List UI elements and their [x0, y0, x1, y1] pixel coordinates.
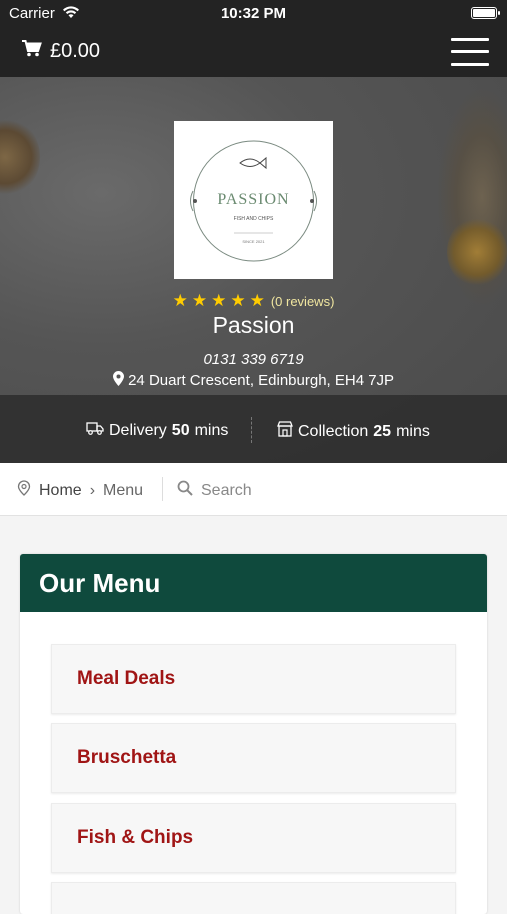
logo-since: SINCE 2021 — [242, 239, 265, 244]
menu-category-bruschetta[interactable]: Bruschetta — [51, 723, 456, 793]
breadcrumb-home[interactable]: Home — [39, 482, 82, 500]
location-icon — [17, 480, 31, 501]
restaurant-hero: PASSION FISH AND CHIPS SINCE 2021 ★★★★★(… — [0, 77, 507, 463]
delivery-minutes: 50 — [171, 421, 190, 439]
search-icon — [177, 480, 193, 501]
divider — [251, 417, 252, 443]
breadcrumb: Home › Menu — [17, 480, 143, 501]
star-icon: ★ — [249, 291, 269, 310]
order-times: Delivery 50 mins Collection 25 mins — [0, 395, 507, 463]
truck-icon — [86, 421, 104, 440]
delivery-unit: mins — [194, 421, 229, 439]
star-icon: ★ — [172, 291, 192, 310]
hamburger-menu-icon[interactable] — [451, 37, 489, 67]
delivery-label: Delivery — [109, 421, 167, 439]
reviews-link[interactable]: (0 reviews) — [271, 294, 335, 309]
divider — [162, 477, 163, 501]
status-bar: Carrier 10:32 PM — [0, 0, 507, 28]
menu-title: Our Menu — [20, 554, 487, 612]
breadcrumb-current: Menu — [103, 481, 144, 499]
menu-category-fish-and-chips[interactable]: Fish & Chips — [51, 803, 456, 873]
restaurant-name: Passion — [212, 312, 295, 338]
star-icon: ★ — [211, 291, 231, 310]
top-navigation-bar: £0.00 — [0, 28, 507, 77]
map-pin-icon — [112, 371, 128, 389]
restaurant-logo: PASSION FISH AND CHIPS SINCE 2021 — [174, 121, 333, 279]
collection-time: Collection 25 mins — [277, 421, 430, 442]
menu-card: Our Menu Meal Deals Bruschetta Fish & Ch… — [20, 554, 487, 914]
collection-minutes: 25 — [373, 422, 392, 440]
menu-category[interactable] — [51, 882, 456, 914]
cart-total: £0.00 — [50, 40, 101, 62]
logo-name: PASSION — [217, 191, 289, 208]
menu-category-label: Meal Deals — [77, 668, 176, 689]
menu-category-label: Fish & Chips — [77, 827, 194, 848]
logo-tagline: FISH AND CHIPS — [234, 216, 274, 222]
menu-category-label: Bruschetta — [77, 747, 177, 768]
background-decoration — [447, 217, 507, 287]
address-text: 24 Duart Crescent, Edinburgh, EH4 7JP — [128, 372, 395, 389]
star-icon: ★ — [230, 291, 250, 310]
menu-category-meal-deals[interactable]: Meal Deals — [51, 644, 456, 714]
rating: ★★★★★ (0 reviews) — [0, 291, 507, 311]
star-icon: ★ — [191, 291, 212, 310]
cart-button[interactable]: £0.00 — [22, 40, 100, 63]
store-icon — [277, 421, 293, 442]
search-field[interactable]: Search — [177, 480, 252, 501]
cart-icon — [22, 40, 42, 63]
collection-label: Collection — [298, 422, 369, 440]
search-placeholder: Search — [201, 481, 252, 499]
fish-icon — [239, 156, 267, 170]
background-decoration — [0, 117, 40, 197]
breadcrumb-separator: › — [89, 481, 96, 499]
clock: 10:32 PM — [220, 5, 287, 22]
breadcrumb-bar: Home › Menu Search — [0, 463, 507, 516]
address: 24 Duart Crescent, Edinburgh, EH4 7JP — [0, 371, 507, 389]
delivery-time: Delivery 50 mins — [86, 421, 228, 440]
battery-icon — [471, 7, 500, 19]
collection-unit: mins — [396, 422, 430, 440]
phone-number[interactable]: 0131 339 6719 — [0, 351, 507, 368]
